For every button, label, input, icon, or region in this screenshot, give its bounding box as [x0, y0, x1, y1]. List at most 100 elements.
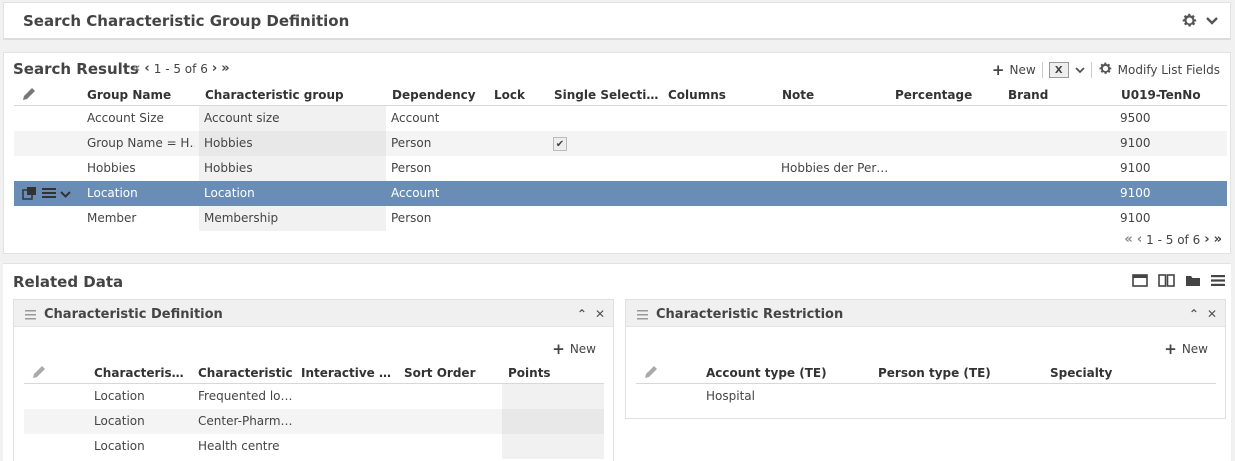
- new-label: New: [569, 342, 596, 356]
- checkmark-icon: ✔: [553, 137, 567, 151]
- cell-dependency: Person: [391, 136, 432, 150]
- search-header-panel: Search Characteristic Group Definition: [3, 2, 1231, 40]
- gear-icon: [1098, 61, 1113, 79]
- shaded-cell: [502, 409, 604, 434]
- cell-characteristic-group: Membership: [204, 211, 279, 225]
- collapse-icon[interactable]: ⌃: [577, 307, 587, 321]
- gear-icon[interactable]: [1181, 12, 1198, 32]
- excel-export-icon[interactable]: X: [1048, 62, 1069, 78]
- toolbar-divider: [1041, 62, 1043, 78]
- modify-list-fields-button[interactable]: Modify List Fields: [1098, 61, 1220, 79]
- col-header-brand[interactable]: Brand: [1008, 88, 1048, 102]
- related-data-title: Related Data: [13, 273, 124, 291]
- cell-dependency: Account: [391, 186, 440, 200]
- chevron-down-icon[interactable]: [1206, 15, 1218, 29]
- layout-switcher: [1132, 274, 1225, 290]
- col-header-tenno[interactable]: U019-TenNo: [1121, 88, 1201, 102]
- cell-dependency: Account: [391, 111, 440, 125]
- col-header-specialty[interactable]: Specialty: [1050, 366, 1112, 380]
- table-row[interactable]: Location Health centre: [24, 434, 604, 459]
- cell-characteristic-group: Location: [204, 186, 255, 200]
- next-page-icon[interactable]: ›: [212, 62, 217, 75]
- cell-characteristic-group: Hobbies: [204, 136, 253, 150]
- drag-handle-icon[interactable]: [637, 309, 648, 323]
- new-button[interactable]: + New: [992, 61, 1036, 79]
- results-toolbar: + New X Modify List Fields: [992, 61, 1220, 79]
- single-column-layout-icon[interactable]: [1132, 274, 1148, 290]
- menu-icon[interactable]: [42, 187, 56, 202]
- last-page-icon[interactable]: »: [1214, 233, 1222, 246]
- col-header-dependency[interactable]: Dependency: [392, 88, 476, 102]
- new-label: New: [1181, 342, 1208, 356]
- last-page-icon[interactable]: »: [221, 62, 229, 75]
- col-header-interactive[interactable]: Interactive …: [301, 366, 391, 380]
- panel-controls: ⌃ ✕: [577, 307, 605, 321]
- cell-tenno: 9100: [1120, 211, 1151, 225]
- table-row[interactable]: Account Size Account size Account 9500: [14, 106, 1227, 131]
- col-header-group-name[interactable]: Group Name: [87, 88, 171, 102]
- cell-characteristic-group: Account size: [204, 111, 280, 125]
- table-row[interactable]: Member Membership Person 9100: [14, 206, 1227, 231]
- cell-group-name: Group Name = H…: [87, 136, 195, 150]
- col-header-single-selection[interactable]: Single Selecti…: [554, 88, 658, 102]
- col-header-characteristic-group[interactable]: Characteris…: [94, 366, 184, 380]
- col-header-characteristic[interactable]: Characteristic: [198, 366, 293, 380]
- col-header-lock[interactable]: Lock: [494, 88, 525, 102]
- cell-group-name: Account Size: [87, 111, 164, 125]
- new-button[interactable]: + New: [1164, 340, 1208, 358]
- cell-account-type: Hospital: [706, 389, 755, 403]
- prev-page-icon[interactable]: ‹: [144, 62, 149, 75]
- new-button[interactable]: + New: [552, 340, 596, 358]
- cell-characteristic: Center-Pharm…: [198, 414, 293, 428]
- chevron-down-icon[interactable]: [60, 188, 71, 202]
- edit-pencil-icon[interactable]: [31, 364, 47, 383]
- table-row[interactable]: Location Center-Pharm…: [24, 409, 604, 434]
- two-column-layout-icon[interactable]: [1158, 274, 1175, 290]
- first-page-icon[interactable]: «: [1124, 233, 1132, 246]
- cell-group-name: Location: [87, 186, 138, 200]
- col-header-account-type[interactable]: Account type (TE): [706, 366, 827, 380]
- col-header-columns[interactable]: Columns: [668, 88, 726, 102]
- table-row[interactable]: Location Frequented lo…: [24, 384, 604, 409]
- shaded-cell: [502, 434, 604, 459]
- chevron-down-icon[interactable]: [1075, 63, 1085, 77]
- results-title: Search Results: [13, 60, 139, 78]
- collapse-icon[interactable]: ⌃: [1189, 307, 1199, 321]
- cell-tenno: 9500: [1120, 111, 1151, 125]
- characteristic-definition-panel: Characteristic Definition ⌃ ✕ + New Char…: [13, 299, 614, 461]
- col-header-note[interactable]: Note: [782, 88, 814, 102]
- characteristic-restriction-panel: Characteristic Restriction ⌃ ✕ + New Acc…: [625, 299, 1226, 419]
- toolbar-divider: [1090, 62, 1092, 78]
- cell-characteristic-group: Hobbies: [204, 161, 253, 175]
- col-header-percentage[interactable]: Percentage: [895, 88, 972, 102]
- prev-page-icon[interactable]: ‹: [1137, 233, 1142, 246]
- first-page-icon[interactable]: «: [132, 62, 140, 75]
- panel-title: Characteristic Restriction: [656, 307, 844, 322]
- panel-header: Characteristic Restriction ⌃ ✕: [626, 300, 1225, 327]
- edit-pencil-icon[interactable]: [643, 364, 659, 383]
- table-row[interactable]: Group Name = H… Hobbies Person ✔ 9100: [14, 131, 1227, 156]
- panel-title: Characteristic Definition: [44, 307, 223, 322]
- col-header-sort-order[interactable]: Sort Order: [404, 366, 475, 380]
- cell-note: Hobbies der Per…: [781, 161, 887, 175]
- close-icon[interactable]: ✕: [595, 307, 605, 321]
- table-row[interactable]: Hospital: [636, 384, 1216, 409]
- cell-characteristic-group: Location: [94, 439, 145, 453]
- col-header-points[interactable]: Points: [508, 366, 551, 380]
- table-row[interactable]: Hobbies Hobbies Person Hobbies der Per… …: [14, 156, 1227, 181]
- list-layout-icon[interactable]: [1211, 274, 1225, 290]
- close-icon[interactable]: ✕: [1207, 307, 1217, 321]
- search-results-panel: Search Results « ‹ 1 - 5 of 6 › » + New …: [3, 52, 1231, 254]
- cell-characteristic: Health centre: [198, 439, 280, 453]
- col-header-characteristic-group[interactable]: Characteristic group: [205, 88, 344, 102]
- edit-pencil-icon[interactable]: [21, 86, 37, 105]
- copy-icon[interactable]: [22, 186, 38, 203]
- folder-icon[interactable]: [1185, 274, 1201, 290]
- drag-handle-icon[interactable]: [25, 309, 36, 323]
- pager-text: 1 - 5 of 6: [153, 62, 208, 76]
- table-row-selected[interactable]: Location Location Account 9100: [14, 181, 1227, 206]
- cell-characteristic-group: Location: [94, 414, 145, 428]
- next-page-icon[interactable]: ›: [1204, 233, 1209, 246]
- col-header-person-type[interactable]: Person type (TE): [878, 366, 991, 380]
- modify-list-fields-label: Modify List Fields: [1117, 63, 1220, 77]
